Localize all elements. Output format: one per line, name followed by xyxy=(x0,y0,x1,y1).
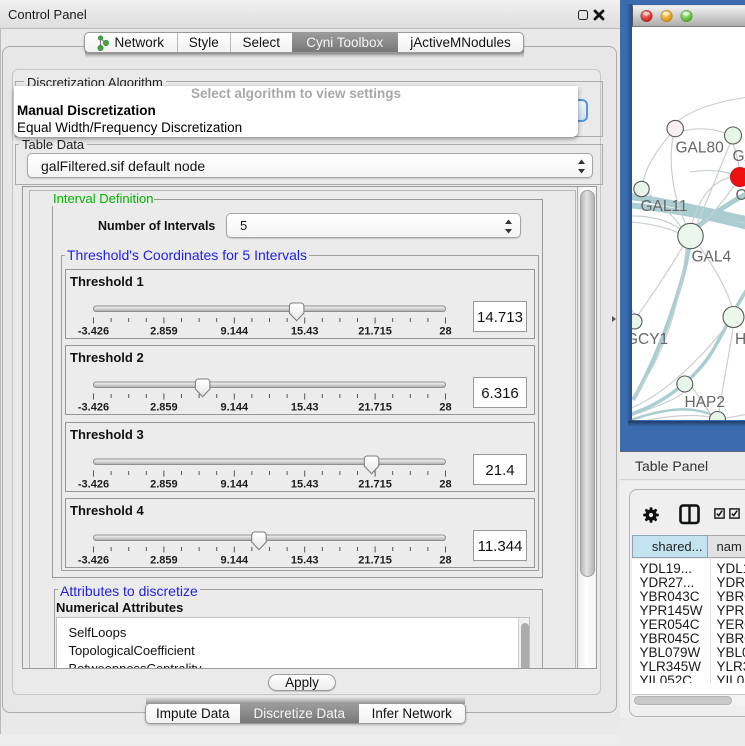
svg-text:2.859: 2.859 xyxy=(150,326,178,338)
svg-text:GAL80: GAL80 xyxy=(676,140,725,157)
svg-text:GAL11: GAL11 xyxy=(641,198,688,215)
svg-text:15.43: 15.43 xyxy=(290,326,318,338)
svg-text:-3.426: -3.426 xyxy=(77,402,108,414)
svg-text:H: H xyxy=(735,331,745,348)
svg-text:C: C xyxy=(736,187,745,204)
svg-text:9.144: 9.144 xyxy=(220,326,248,338)
svg-text:28: 28 xyxy=(439,402,451,414)
svg-text:28: 28 xyxy=(439,478,451,490)
svg-text:HAP2: HAP2 xyxy=(685,394,726,411)
svg-text:21.715: 21.715 xyxy=(358,326,392,338)
svg-text:15.43: 15.43 xyxy=(290,554,318,566)
svg-text:28: 28 xyxy=(439,554,451,566)
svg-text:9.144: 9.144 xyxy=(220,554,248,566)
svg-text:15.43: 15.43 xyxy=(290,402,318,414)
svg-text:GAL4: GAL4 xyxy=(692,249,732,266)
svg-text:21.715: 21.715 xyxy=(358,478,392,490)
svg-text:9.144: 9.144 xyxy=(220,478,248,490)
svg-text:15.43: 15.43 xyxy=(290,478,318,490)
svg-text:GA: GA xyxy=(733,148,745,165)
svg-text:-3.426: -3.426 xyxy=(77,326,108,338)
svg-text:GCY1: GCY1 xyxy=(632,331,668,348)
svg-text:21.715: 21.715 xyxy=(358,554,392,566)
svg-text:-3.426: -3.426 xyxy=(77,478,108,490)
svg-text:9.144: 9.144 xyxy=(220,402,248,414)
svg-text:2.859: 2.859 xyxy=(150,478,178,490)
svg-text:-3.426: -3.426 xyxy=(77,554,108,566)
svg-text:28: 28 xyxy=(439,326,451,338)
svg-text:21.715: 21.715 xyxy=(358,402,392,414)
svg-text:2.859: 2.859 xyxy=(150,554,178,566)
svg-text:2.859: 2.859 xyxy=(150,402,178,414)
